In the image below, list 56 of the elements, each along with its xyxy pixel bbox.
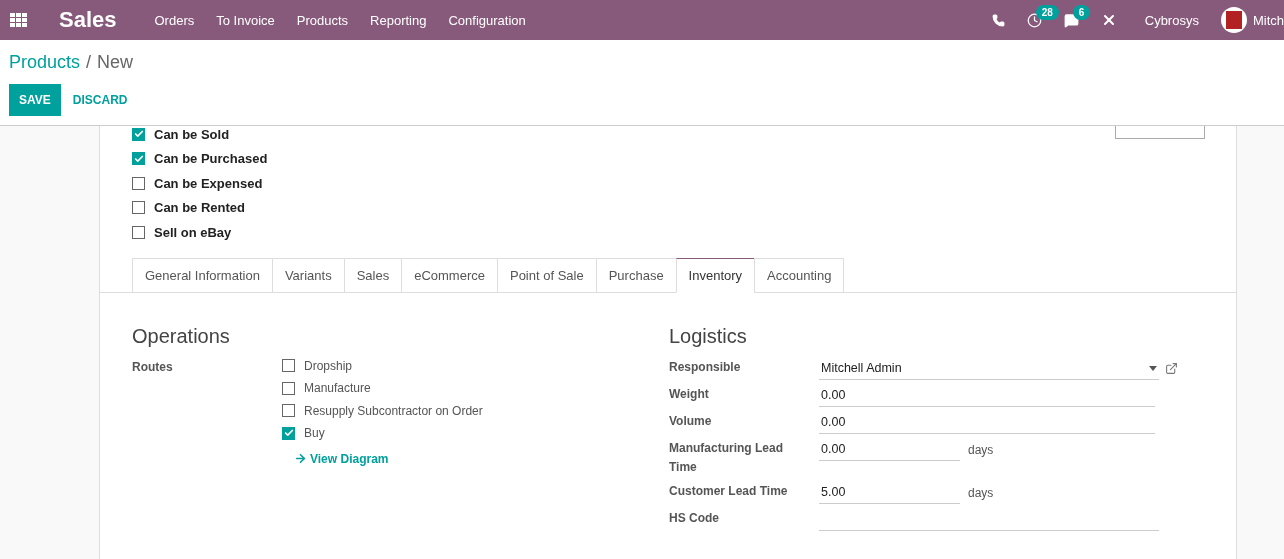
field-label: Routes: [132, 358, 174, 376]
arrow-right-icon: [294, 452, 307, 465]
clock-icon[interactable]: [1026, 12, 1042, 28]
phone-icon[interactable]: [991, 13, 1005, 27]
checkbox[interactable]: [282, 381, 295, 395]
avatar[interactable]: [1220, 7, 1247, 33]
company-name[interactable]: Cybrosys: [1144, 12, 1199, 28]
input-field[interactable]: 0.00: [819, 384, 1155, 407]
checkbox[interactable]: [132, 201, 145, 215]
input-field[interactable]: 0.00: [819, 411, 1155, 434]
tab[interactable]: Accounting: [754, 257, 845, 293]
input-field[interactable]: 0.00: [819, 438, 960, 461]
input-field[interactable]: 5.00: [819, 481, 960, 504]
menu-item[interactable]: Products: [296, 12, 349, 28]
menu-item[interactable]: Orders: [154, 12, 195, 28]
menu-item[interactable]: Reporting: [370, 12, 427, 28]
checkbox-label[interactable]: Buy: [304, 426, 325, 441]
user-name[interactable]: Mitch: [1252, 12, 1284, 28]
checkbox[interactable]: [132, 176, 145, 190]
external-link-icon[interactable]: [1165, 362, 1178, 375]
checkbox-label[interactable]: Can be Rented: [154, 200, 245, 216]
checkbox-label[interactable]: Can be Expensed: [154, 175, 263, 191]
checkbox-label[interactable]: Can be Purchased: [154, 151, 268, 167]
field-label: Customer Lead Time: [669, 482, 789, 500]
tab[interactable]: General Information: [132, 257, 273, 293]
field-label: Manufacturing Lead Time: [669, 439, 784, 476]
tab[interactable]: Inventory: [675, 257, 756, 293]
field-label: Responsible: [669, 358, 742, 376]
message-count: 6: [1072, 4, 1091, 20]
apps-grid-icon[interactable]: [10, 13, 27, 27]
checkbox-label[interactable]: Resupply Subcontractor on Order: [304, 403, 483, 418]
checkbox[interactable]: [132, 152, 145, 166]
checkbox-label[interactable]: Sell on eBay: [154, 224, 232, 240]
caret-icon: [1149, 365, 1157, 371]
breadcrumb-current: New: [97, 52, 134, 73]
menu-item[interactable]: To Invoice: [216, 12, 275, 28]
checkbox-label[interactable]: Can be Sold: [154, 126, 230, 142]
checkbox[interactable]: [132, 127, 145, 141]
field-label: Volume: [669, 412, 713, 430]
checkbox-label[interactable]: Manufacture: [304, 381, 371, 396]
activity-count: 28: [1035, 4, 1059, 20]
checkbox[interactable]: [282, 404, 295, 418]
checkbox[interactable]: [132, 225, 145, 239]
app-title[interactable]: Sales: [59, 7, 117, 33]
unit-label: days: [968, 485, 994, 500]
checkbox-label[interactable]: Dropship: [304, 358, 353, 373]
unit-label: days: [968, 442, 994, 457]
breadcrumb-separator: /: [86, 52, 92, 73]
menu-item[interactable]: Configuration: [448, 12, 526, 28]
checkbox[interactable]: [282, 359, 295, 373]
responsible-select[interactable]: Mitchell Admin: [819, 357, 1159, 380]
field-label: Weight: [669, 385, 710, 403]
field-label: HS Code: [669, 509, 720, 527]
section-title: Operations: [132, 324, 231, 348]
section-title: Logistics: [669, 324, 748, 348]
checkbox[interactable]: [282, 426, 295, 440]
